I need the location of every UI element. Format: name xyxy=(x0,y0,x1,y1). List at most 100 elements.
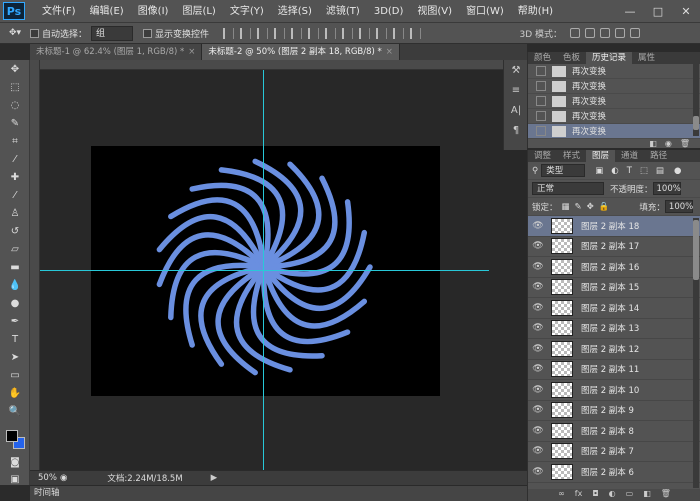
pen-tool-icon[interactable]: ✒ xyxy=(0,312,30,330)
distribute-top-icon[interactable] xyxy=(325,27,337,39)
link-layers-icon[interactable]: ∞ xyxy=(558,489,565,501)
menu-type[interactable]: 文字(Y) xyxy=(223,0,271,23)
layer-row[interactable]: 👁 图层 2 副本 10 xyxy=(528,380,700,401)
tool-presets-icon[interactable]: ⚒ xyxy=(504,60,528,80)
eye-icon[interactable]: 👁 xyxy=(528,446,548,456)
eyedropper-tool-icon[interactable]: ⁄ xyxy=(0,150,30,168)
align-bottom-icon[interactable] xyxy=(257,27,269,39)
menu-view[interactable]: 视图(V) xyxy=(410,0,459,23)
history-item[interactable]: 再次变换 xyxy=(528,109,700,124)
minimize-button[interactable]: — xyxy=(616,0,644,23)
filter-type-icon[interactable]: T xyxy=(627,166,632,176)
new-layer-icon[interactable]: ◧ xyxy=(643,489,651,501)
hand-tool-icon[interactable]: ✋ xyxy=(0,384,30,402)
opacity-input[interactable]: 100% xyxy=(652,182,681,195)
filter-shape-icon[interactable]: ⬚ xyxy=(640,166,648,176)
align-left-icon[interactable] xyxy=(274,27,286,39)
eye-icon[interactable]: 👁 xyxy=(528,303,548,313)
dodge-tool-icon[interactable]: ● xyxy=(0,294,30,312)
menu-edit[interactable]: 编辑(E) xyxy=(83,0,131,23)
3d-pan-icon[interactable] xyxy=(600,28,610,38)
history-source-checkbox[interactable] xyxy=(536,66,546,76)
quick-select-tool-icon[interactable]: ✎ xyxy=(0,114,30,132)
tab-channels[interactable]: 通道 xyxy=(615,150,644,162)
eye-icon[interactable]: 👁 xyxy=(528,221,548,231)
menu-filter[interactable]: 滤镜(T) xyxy=(319,0,367,23)
align-hcenter-icon[interactable] xyxy=(291,27,303,39)
menu-layer[interactable]: 图层(L) xyxy=(175,0,222,23)
eye-icon[interactable]: 👁 xyxy=(528,467,548,477)
close-tab-icon[interactable]: × xyxy=(188,47,195,57)
eye-icon[interactable]: 👁 xyxy=(528,241,548,251)
history-item[interactable]: 再次变换 xyxy=(528,124,700,139)
eye-icon[interactable]: 👁 xyxy=(528,385,548,395)
zoom-tool-icon[interactable]: 🔍 xyxy=(0,402,30,420)
eraser-tool-icon[interactable]: ▱ xyxy=(0,240,30,258)
filter-pixel-icon[interactable]: ▣ xyxy=(595,166,603,176)
history-source-checkbox[interactable] xyxy=(536,111,546,121)
3d-slide-icon[interactable] xyxy=(615,28,625,38)
distribute-bottom-icon[interactable] xyxy=(359,27,371,39)
group-icon[interactable]: ▭ xyxy=(626,489,634,501)
tab-document-1[interactable]: 未标题-1 @ 62.4% (图层 1, RGB/8) * × xyxy=(30,44,203,60)
3d-roll-icon[interactable] xyxy=(585,28,595,38)
tab-properties[interactable]: 属性 xyxy=(632,52,661,64)
layer-row[interactable]: 👁 图层 2 副本 11 xyxy=(528,360,700,380)
menu-window[interactable]: 窗口(W) xyxy=(459,0,511,23)
3d-scale-icon[interactable] xyxy=(630,28,640,38)
tab-adjustments[interactable]: 调整 xyxy=(528,150,557,162)
zoom-level[interactable]: 50% xyxy=(30,473,60,483)
status-menu-arrow-icon[interactable]: ▶ xyxy=(211,473,218,483)
brush-tool-icon[interactable]: ⁄ xyxy=(0,186,30,204)
menu-3d[interactable]: 3D(D) xyxy=(367,0,411,23)
layer-row[interactable]: 👁 图层 2 副本 6 xyxy=(528,462,700,483)
tab-swatches[interactable]: 色板 xyxy=(557,52,586,64)
tab-layers[interactable]: 图层 xyxy=(586,150,616,162)
eye-icon[interactable]: 👁 xyxy=(528,282,548,292)
filter-adjustment-icon[interactable]: ◐ xyxy=(611,166,618,176)
tab-styles[interactable]: 样式 xyxy=(557,150,586,162)
lock-pixels-icon[interactable]: ✎ xyxy=(575,202,582,212)
shape-tool-icon[interactable]: ▭ xyxy=(0,366,30,384)
layer-row[interactable]: 👁 图层 2 副本 8 xyxy=(528,421,700,442)
align-vcenter-icon[interactable] xyxy=(240,27,252,39)
layer-row[interactable]: 👁 图层 2 副本 18 xyxy=(528,216,700,237)
layer-row[interactable]: 👁 图层 2 副本 13 xyxy=(528,319,700,339)
auto-select-checkbox[interactable] xyxy=(30,28,39,38)
path-select-tool-icon[interactable]: ➤ xyxy=(0,348,30,366)
layer-row[interactable]: 👁 图层 2 副本 9 xyxy=(528,401,700,421)
pasteboard[interactable] xyxy=(40,70,527,470)
character-icon[interactable]: A| xyxy=(504,100,528,120)
menu-image[interactable]: 图像(I) xyxy=(131,0,176,23)
type-tool-icon[interactable]: T xyxy=(0,330,30,348)
history-item[interactable]: 再次变换 xyxy=(528,64,700,79)
menu-file[interactable]: 文件(F) xyxy=(35,0,83,23)
history-scrollbar[interactable] xyxy=(693,64,699,136)
tab-color[interactable]: 颜色 xyxy=(528,52,557,64)
distribute-hcenter-icon[interactable] xyxy=(393,27,405,39)
move-tool-preset-icon[interactable]: ✥▾ xyxy=(0,28,30,38)
filter-toggle-icon[interactable]: ● xyxy=(674,166,681,176)
layer-row[interactable]: 👁 图层 2 副本 17 xyxy=(528,237,700,257)
history-item[interactable]: 再次变换 xyxy=(528,94,700,109)
eye-icon[interactable]: 👁 xyxy=(528,262,548,272)
adjustments-icon[interactable]: ≡ xyxy=(504,80,528,100)
history-item[interactable]: 再次变换 xyxy=(528,79,700,94)
eye-icon[interactable]: 👁 xyxy=(528,364,548,374)
history-source-checkbox[interactable] xyxy=(536,81,546,91)
horizontal-ruler[interactable] xyxy=(40,60,527,70)
layer-row[interactable]: 👁 图层 2 副本 16 xyxy=(528,257,700,278)
maximize-button[interactable]: □ xyxy=(644,0,672,23)
align-right-icon[interactable] xyxy=(308,27,320,39)
foreground-color-swatch[interactable] xyxy=(6,430,18,442)
filter-kind-dropdown[interactable]: 类型 xyxy=(541,164,586,177)
status-icon[interactable]: ◉ xyxy=(60,473,67,483)
distribute-vcenter-icon[interactable] xyxy=(342,27,354,39)
filter-smart-icon[interactable]: ▤ xyxy=(656,166,664,176)
menu-help[interactable]: 帮助(H) xyxy=(511,0,560,23)
close-button[interactable]: ✕ xyxy=(672,0,700,23)
tab-paths[interactable]: 路径 xyxy=(644,150,673,162)
auto-select-dropdown[interactable]: 组 xyxy=(91,25,134,41)
align-top-icon[interactable] xyxy=(223,27,235,39)
tab-history[interactable]: 历史记录 xyxy=(586,52,633,64)
